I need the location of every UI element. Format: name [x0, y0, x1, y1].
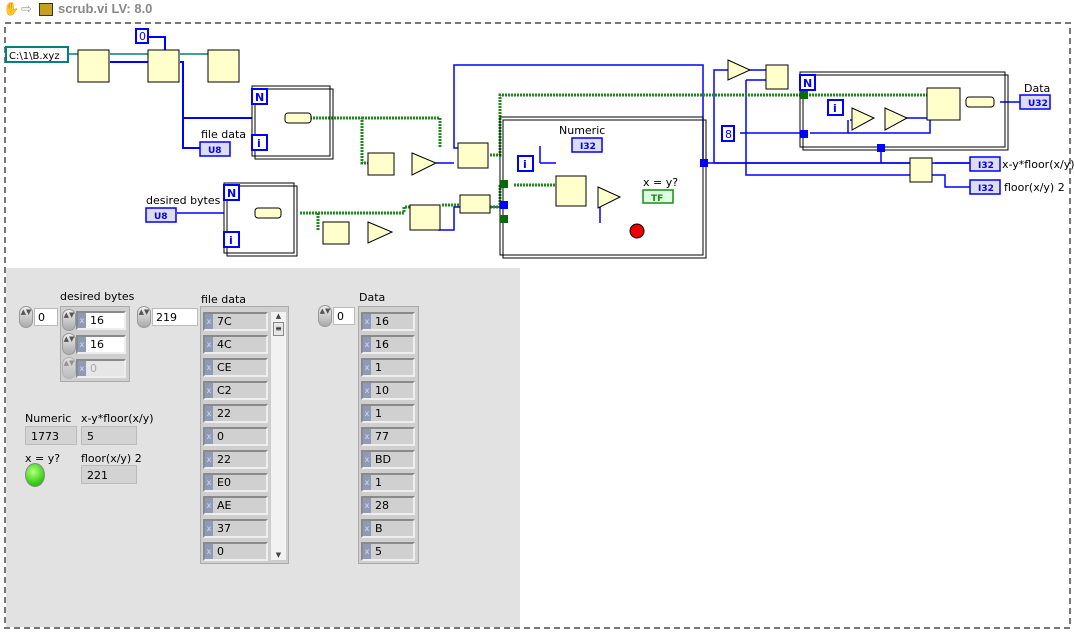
file-data-index-spinner[interactable]: ▲▼ [137, 306, 151, 328]
array-to-cluster-node [284, 112, 312, 124]
data-element: 16 [361, 335, 415, 354]
desired-bytes-index[interactable]: 0 [34, 308, 58, 326]
element-spinner[interactable]: ▲▼ [62, 333, 76, 355]
quotient-indicator: 221 [81, 465, 137, 484]
index-array-node [457, 142, 489, 169]
loop-count-terminal: N [255, 91, 264, 104]
numeric-panel-label: Numeric [25, 412, 72, 425]
path-constant-text: C:\1\B.xyz [9, 51, 60, 62]
file-data-element: AE [203, 496, 268, 515]
data-element: 5 [361, 542, 415, 561]
array-subset-node [367, 152, 395, 176]
file-data-scrollbar[interactable]: ▲ ≡ ▼ [270, 311, 287, 561]
file-data-element: 4C [203, 335, 268, 354]
element-spinner[interactable]: ▲▼ [62, 309, 76, 331]
equal-label: x = y? [643, 176, 678, 189]
data-terminal: U32 [1028, 99, 1048, 109]
numeric-terminal: I32 [580, 142, 596, 152]
remainder-label: x-y*floor(x/y) [1002, 158, 1074, 171]
quotient-terminal: I32 [978, 184, 994, 194]
file-data-element: CE [203, 358, 268, 377]
subtract-node [727, 59, 752, 81]
data-element: 1 [361, 473, 415, 492]
read-file-node [147, 49, 180, 83]
file-data-panel-label: file data [201, 293, 247, 306]
equal-led-indicator [25, 463, 45, 487]
add-node [884, 107, 909, 131]
file-data-terminal: U8 [208, 146, 222, 156]
reshape-node [459, 194, 491, 214]
equal-node [597, 186, 622, 209]
file-data-element: 22 [203, 450, 268, 469]
array-to-cluster-node-2 [254, 207, 282, 219]
file-data-index[interactable]: 219 [152, 308, 198, 326]
stop-condition-icon [629, 223, 645, 239]
quotient-remainder-node [765, 64, 789, 90]
data-panel-label: Data [359, 291, 386, 304]
desired-bytes-label: desired bytes [146, 194, 221, 207]
file-data-element: 7C [203, 312, 268, 331]
data-index-spinner[interactable]: ▲▼ [318, 305, 332, 327]
data-element: 10 [361, 381, 415, 400]
file-data-element: 0 [203, 542, 268, 561]
numeric-label: Numeric [559, 124, 605, 137]
desired-bytes-index-spinner[interactable]: ▲▼ [19, 306, 33, 328]
file-data-element: C2 [203, 381, 268, 400]
cluster-to-array-node [965, 96, 995, 108]
quotient-label: floor(x/y) 2 [1004, 181, 1065, 194]
product-node-2 [367, 221, 394, 244]
loop-count-terminal-2: N [227, 187, 236, 200]
loop-index-terminal-3: i [833, 102, 837, 115]
data-element: BD [361, 450, 415, 469]
array-subset-node-2 [322, 221, 350, 245]
data-label: Data [1024, 82, 1050, 95]
desired-bytes-element[interactable]: 0 [76, 359, 126, 378]
product-node [411, 152, 438, 176]
loop-index-terminal-4: i [523, 158, 527, 171]
desired-bytes-element[interactable]: 16 [76, 335, 126, 354]
multiply-node [851, 107, 876, 131]
quotient-remainder-node-2 [909, 157, 933, 183]
data-index[interactable]: 0 [333, 307, 355, 325]
remainder-terminal: I32 [978, 161, 994, 171]
data-element: 1 [361, 358, 415, 377]
array-subset-node-3 [555, 175, 587, 207]
file-data-label: file data [201, 128, 246, 141]
element-spinner[interactable]: ▲▼ [62, 357, 76, 379]
remainder-panel-label: x-y*floor(x/y) [81, 412, 154, 425]
index-array-node-2 [409, 204, 441, 231]
open-file-node [77, 49, 110, 83]
close-file-node [207, 49, 240, 83]
data-element: B [361, 519, 415, 538]
data-element: 16 [361, 312, 415, 331]
desired-bytes-terminal: U8 [154, 212, 168, 222]
numeric-indicator: 1773 [25, 426, 77, 445]
file-data-element: 37 [203, 519, 268, 538]
data-element: 28 [361, 496, 415, 515]
data-element: 77 [361, 427, 415, 446]
replace-subset-node [926, 87, 961, 121]
quotient-panel-label: floor(x/y) 2 [81, 452, 142, 465]
file-data-element: 0 [203, 427, 268, 446]
loop-count-terminal-3: N [803, 77, 812, 90]
data-element: 1 [361, 404, 415, 423]
offset-constant: 0 [139, 30, 146, 43]
desired-bytes-element[interactable]: 16 [76, 311, 126, 330]
equal-terminal: TF [651, 194, 663, 204]
loop-index-terminal: i [257, 137, 261, 150]
file-data-element: 22 [203, 404, 268, 423]
desired-bytes-panel-label: desired bytes [60, 290, 135, 303]
file-data-element: E0 [203, 473, 268, 492]
const-eight: 8 [725, 128, 732, 141]
remainder-indicator: 5 [81, 426, 137, 445]
loop-index-terminal-2: i [229, 234, 233, 247]
